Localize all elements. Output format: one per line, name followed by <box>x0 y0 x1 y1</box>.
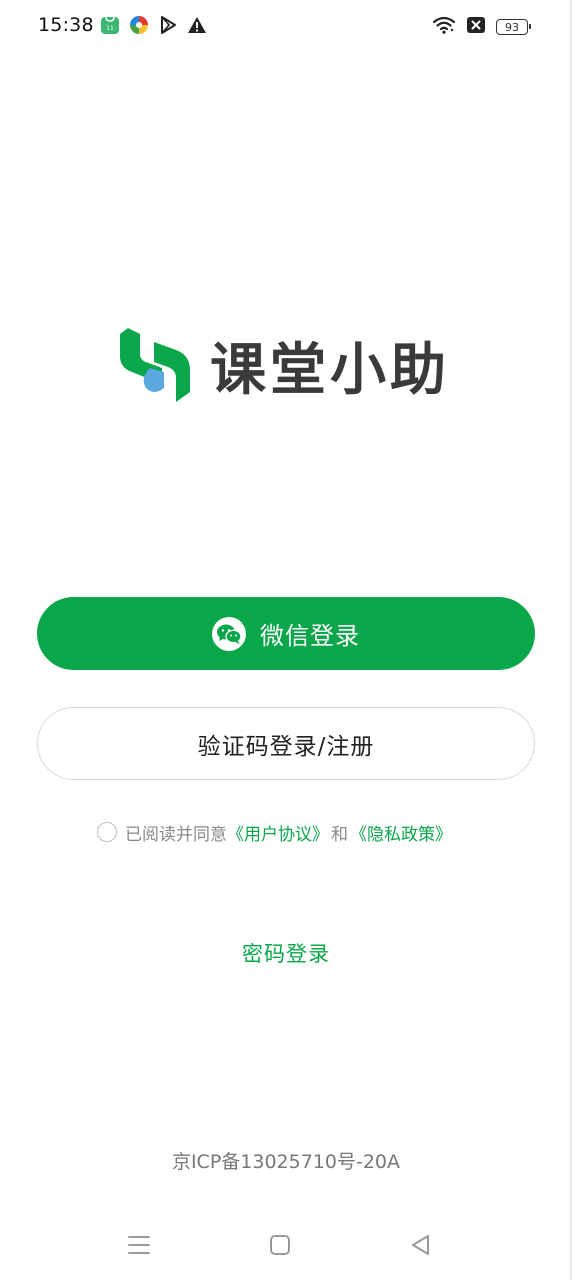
icp-license-text: 京ICP备13025710号-20A <box>171 1151 401 1173</box>
home-square-icon[interactable] <box>265 1230 295 1260</box>
menu-icon[interactable] <box>124 1230 154 1260</box>
agreement-row: 已阅读并同意 《用户协议》 和 《隐私政策》 <box>97 819 452 845</box>
back-triangle-icon[interactable] <box>405 1230 435 1260</box>
colorful-app-icon <box>129 15 149 35</box>
status-time: 15:38 <box>38 14 94 36</box>
code-login-register-button[interactable]: 验证码登录/注册 <box>37 707 535 780</box>
status-notification-icons: 11 <box>100 15 207 35</box>
svg-text:11: 11 <box>106 25 114 32</box>
app-logo: 课堂小助 <box>114 322 454 408</box>
code-login-label: 验证码登录/注册 <box>197 733 375 760</box>
brand-mark-icon <box>120 328 190 402</box>
close-box-icon <box>466 16 486 38</box>
app-name: 课堂小助 <box>210 337 450 403</box>
user-agreement-link[interactable]: 《用户协议》 <box>227 820 329 845</box>
agreement-and: 和 <box>331 824 348 845</box>
battery-level: 93 <box>505 20 519 34</box>
wechat-login-button[interactable]: 微信登录 <box>37 597 535 670</box>
wifi-icon <box>432 15 456 39</box>
status-bar: 15:38 11 93 <box>0 0 572 52</box>
warning-icon <box>187 15 207 35</box>
wechat-icon <box>212 616 246 651</box>
agreement-prefix: 已阅读并同意 <box>125 824 227 845</box>
password-login-link[interactable]: 密码登录 <box>0 938 572 968</box>
battery-icon: 93 <box>496 19 531 35</box>
system-nav-bar <box>0 1222 572 1268</box>
privacy-policy-link[interactable]: 《隐私政策》 <box>350 820 452 845</box>
status-system-icons: 93 <box>432 15 531 39</box>
play-icon <box>158 15 178 35</box>
wechat-login-label: 微信登录 <box>260 622 360 650</box>
agreement-checkbox[interactable] <box>97 822 117 842</box>
app-store-icon: 11 <box>100 15 120 35</box>
